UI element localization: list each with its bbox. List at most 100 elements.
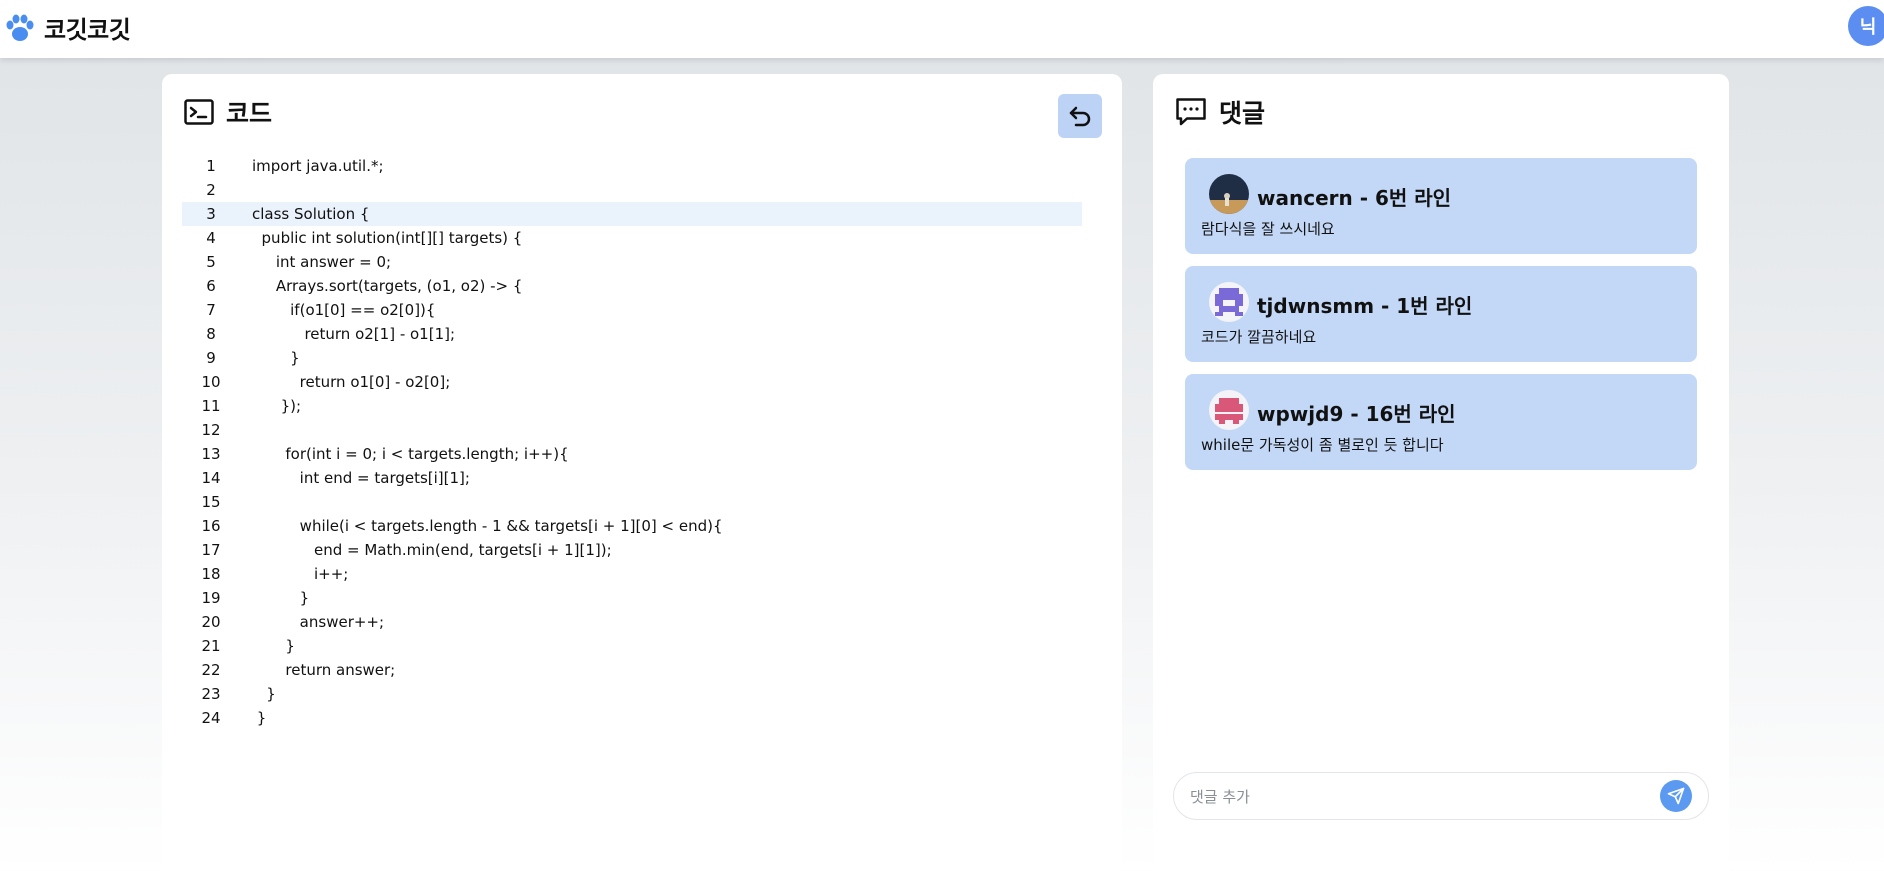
comment-text: 람다식을 잘 쓰시네요 (1201, 220, 1335, 238)
line-number: 18 (201, 565, 221, 583)
line-number: 5 (206, 253, 216, 271)
line-text: end = Math.min(end, targets[i + 1][1]); (252, 541, 612, 559)
send-icon (1667, 787, 1685, 805)
code-line[interactable]: 19 } (182, 586, 1082, 610)
line-text: } (252, 685, 276, 703)
code-line[interactable]: 17 end = Math.min(end, targets[i + 1][1]… (182, 538, 1082, 562)
code-line[interactable]: 1 import java.util.*; (182, 154, 1082, 178)
comment-bubble-icon (1176, 98, 1206, 126)
code-line[interactable]: 11 }); (182, 394, 1082, 418)
code-panel: 코드 1 import java.util.*; 2 3 class Solution … (162, 74, 1122, 871)
code-panel-header: 코드 (184, 94, 272, 130)
code-line[interactable]: 15 (182, 490, 1082, 514)
code-line[interactable]: 5 int answer = 0; (182, 250, 1082, 274)
line-text: } (252, 589, 310, 607)
line-text: answer++; (252, 613, 385, 631)
comment-header: tjdwnsmm - 1번 라인 (1257, 294, 1473, 318)
line-number: 21 (201, 637, 221, 655)
line-text: return o2[1] - o1[1]; (252, 325, 456, 343)
code-line[interactable]: 22 return answer; (182, 658, 1082, 682)
line-number: 17 (201, 541, 221, 559)
line-number: 7 (206, 301, 216, 319)
comment-header: wancern - 6번 라인 (1257, 186, 1452, 210)
line-number: 1 (206, 157, 216, 175)
line-number: 23 (201, 685, 221, 703)
line-text: for(int i = 0; i < targets.length; i++){ (252, 445, 569, 463)
line-number: 14 (201, 469, 221, 487)
line-text: } (252, 637, 295, 655)
send-button[interactable] (1660, 780, 1692, 812)
line-number: 2 (206, 181, 216, 199)
app-name: 코깃코깃 (44, 16, 131, 44)
line-text: while(i < targets.length - 1 && targets[… (252, 517, 723, 535)
line-number: 19 (201, 589, 221, 607)
code-viewer: 1 import java.util.*; 2 3 class Solution {4 … (182, 154, 1082, 730)
line-text: i++; (252, 565, 349, 583)
line-text: } (252, 349, 300, 367)
commenter-avatar (1209, 282, 1249, 322)
code-line[interactable]: 20 answer++; (182, 610, 1082, 634)
line-number: 16 (201, 517, 221, 535)
line-number: 3 (206, 205, 216, 223)
code-line[interactable]: 2 (182, 178, 1082, 202)
code-line[interactable]: 21 } (182, 634, 1082, 658)
line-number: 4 (206, 229, 216, 247)
undo-arrow-icon (1069, 106, 1091, 127)
code-line[interactable]: 14 int end = targets[i][1]; (182, 466, 1082, 490)
comment-panel-header: 댓글 (1175, 94, 1265, 130)
line-text: Arrays.sort(targets, (o1, o2) -> { (252, 277, 523, 295)
comment-card[interactable]: tjdwnsmm - 1번 라인 코드가 깔끔하네요 (1185, 266, 1697, 362)
line-text: } (252, 709, 267, 727)
code-line[interactable]: 6 Arrays.sort(targets, (o1, o2) -> { (182, 274, 1082, 298)
line-number: 8 (206, 325, 216, 343)
comment-text: while문 가독성이 좀 별로인 듯 합니다 (1201, 436, 1444, 454)
line-number: 9 (206, 349, 216, 367)
code-line[interactable]: 7 if(o1[0] == o2[0]){ (182, 298, 1082, 322)
comment-text: 코드가 깔끔하네요 (1201, 328, 1317, 346)
commenter-avatar (1209, 174, 1249, 214)
back-button[interactable] (1058, 94, 1102, 138)
code-line[interactable]: 16 while(i < targets.length - 1 && targe… (182, 514, 1082, 538)
line-text: class Solution { (252, 205, 370, 223)
code-line[interactable]: 3 class Solution { (182, 202, 1082, 226)
terminal-icon (184, 99, 214, 125)
line-text: if(o1[0] == o2[0]){ (252, 301, 436, 319)
line-number: 6 (206, 277, 216, 295)
line-number: 11 (201, 397, 221, 415)
code-line[interactable]: 24 } (182, 706, 1082, 730)
comment-card[interactable]: wpwjd9 - 16번 라인 while문 가독성이 좀 별로인 듯 합니다 (1185, 374, 1697, 470)
commenter-avatar (1209, 390, 1249, 430)
comment-panel-title: 댓글 (1219, 99, 1266, 128)
code-line[interactable]: 13 for(int i = 0; i < targets.length; i+… (182, 442, 1082, 466)
code-line[interactable]: 10 return o1[0] - o2[0]; (182, 370, 1082, 394)
line-text: import java.util.*; (252, 157, 384, 175)
comment-panel: 댓글 wancern - 6번 라인 람다식을 잘 쓰시네요 tjdwnsmm … (1153, 74, 1729, 871)
line-text: }); (252, 397, 302, 415)
comment-card[interactable]: wancern - 6번 라인 람다식을 잘 쓰시네요 (1185, 158, 1697, 254)
line-number: 10 (201, 373, 221, 391)
code-line[interactable]: 9 } (182, 346, 1082, 370)
comment-input[interactable] (1190, 783, 1650, 811)
user-avatar[interactable]: 닉 (1848, 6, 1884, 46)
comment-input-bar (1173, 772, 1709, 820)
code-line[interactable]: 8 return o2[1] - o1[1]; (182, 322, 1082, 346)
code-line[interactable]: 4 public int solution(int[][] targets) { (182, 226, 1082, 250)
top-navbar: 코깃코깃 닉 (0, 0, 1884, 58)
line-text: return answer; (252, 661, 396, 679)
line-number: 15 (201, 493, 221, 511)
paw-icon (6, 14, 34, 41)
code-line[interactable]: 23 } (182, 682, 1082, 706)
comment-header: wpwjd9 - 16번 라인 (1257, 402, 1456, 426)
line-number: 24 (201, 709, 221, 727)
line-number: 22 (201, 661, 221, 679)
line-number: 20 (201, 613, 221, 631)
code-line[interactable]: 12 (182, 418, 1082, 442)
line-text: int answer = 0; (252, 253, 392, 271)
line-text: int end = targets[i][1]; (252, 469, 470, 487)
app-logo[interactable]: 코깃코깃 (4, 10, 131, 45)
line-text: return o1[0] - o2[0]; (252, 373, 451, 391)
line-number: 13 (201, 445, 221, 463)
code-line[interactable]: 18 i++; (182, 562, 1082, 586)
line-number: 12 (201, 421, 221, 439)
code-panel-title: 코드 (226, 99, 273, 128)
